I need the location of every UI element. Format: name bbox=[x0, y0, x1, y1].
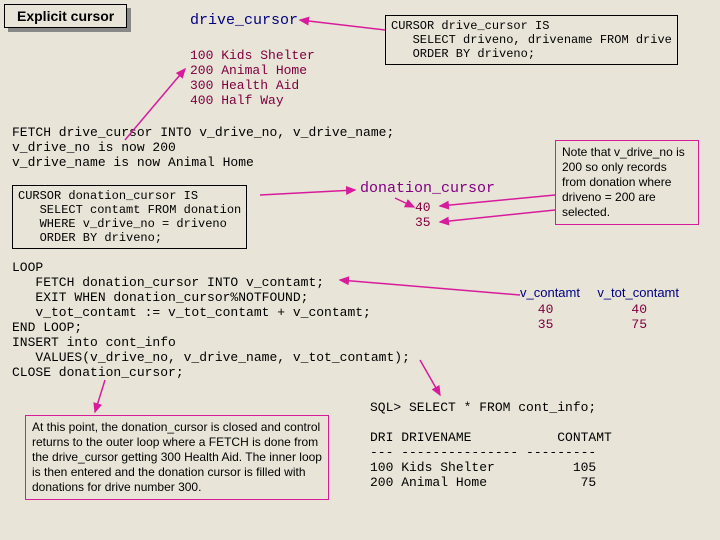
col2-header: v_tot_contamt bbox=[597, 285, 679, 300]
explain-box: At this point, the donation_cursor is cl… bbox=[25, 415, 329, 500]
fetch-block: FETCH drive_cursor INTO v_drive_no, v_dr… bbox=[12, 125, 394, 170]
contamt-rows: 40 40 35 75 bbox=[530, 302, 679, 332]
col1-header: v_contamt bbox=[520, 285, 580, 300]
donation-cursor-vals: 40 35 bbox=[415, 200, 431, 230]
donation-cursor-def: CURSOR donation_cursor IS SELECT contamt… bbox=[12, 185, 247, 249]
title-text: Explicit cursor bbox=[17, 8, 114, 24]
contamt-table: v_contamt v_tot_contamt 40 40 35 75 bbox=[520, 285, 679, 332]
loop-block: LOOP FETCH donation_cursor INTO v_contam… bbox=[12, 260, 410, 380]
note-box: Note that v_drive_no is 200 so only reco… bbox=[555, 140, 699, 225]
title-box: Explicit cursor bbox=[4, 4, 127, 28]
drive-cursor-def: CURSOR drive_cursor IS SELECT driveno, d… bbox=[385, 15, 678, 65]
sql-output: SQL> SELECT * FROM cont_info; DRI DRIVEN… bbox=[370, 400, 612, 490]
donation-cursor-heading: donation_cursor bbox=[360, 180, 495, 197]
drive-cursor-rows: 100 Kids Shelter 200 Animal Home 300 Hea… bbox=[190, 48, 315, 108]
drive-cursor-heading: drive_cursor bbox=[190, 12, 298, 29]
